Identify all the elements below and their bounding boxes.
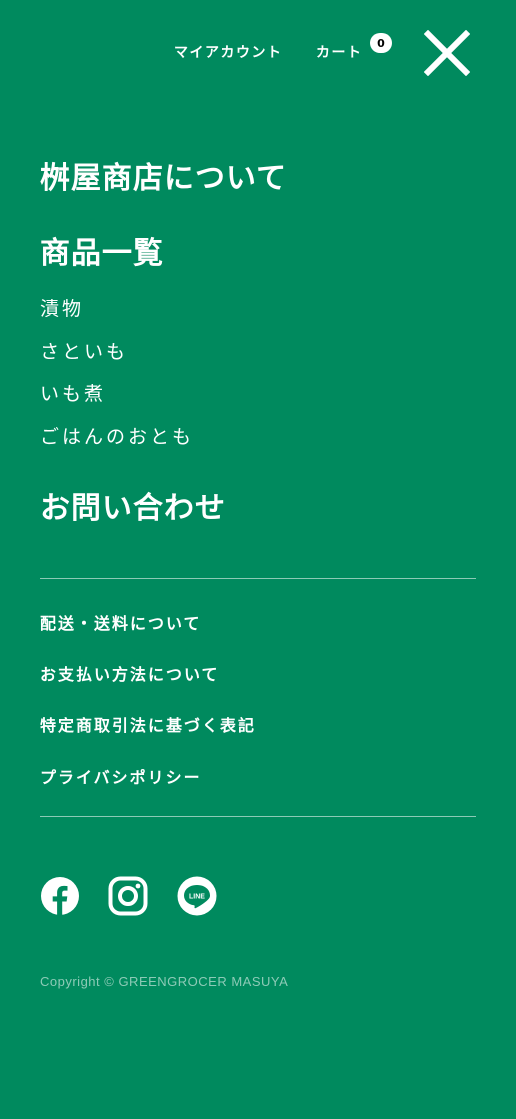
divider xyxy=(40,816,476,817)
divider xyxy=(40,578,476,579)
menu-item-satoimo[interactable]: さといも xyxy=(40,337,128,364)
line-icon-label: LINE xyxy=(189,893,205,900)
instagram-link[interactable] xyxy=(108,876,148,916)
menu-about-link[interactable]: 桝屋商店について xyxy=(40,153,287,197)
menu-item-rice-companions[interactable]: ごはんのおとも xyxy=(40,422,194,449)
copyright: Copyright © GREENGROCER MASUYA xyxy=(40,974,289,989)
menu-item-pickles[interactable]: 漬物 xyxy=(40,294,84,321)
footer-link-shipping[interactable]: 配送・送料について xyxy=(40,610,202,634)
footer-link-legal[interactable]: 特定商取引法に基づく表記 xyxy=(40,712,256,736)
line-link[interactable]: LINE xyxy=(177,876,217,916)
my-account-link[interactable]: マイアカウント xyxy=(174,42,283,62)
line-icon: LINE xyxy=(177,876,217,916)
cart-count-badge: 0 xyxy=(370,33,392,53)
footer-link-privacy[interactable]: プライバシポリシー xyxy=(40,764,202,788)
footer-link-payment[interactable]: お支払い方法について xyxy=(40,661,220,685)
menu-products-link[interactable]: 商品一覧 xyxy=(40,228,164,272)
close-icon xyxy=(424,30,470,76)
facebook-icon xyxy=(41,877,79,915)
cart-link[interactable]: カート xyxy=(316,42,363,62)
close-menu-button[interactable] xyxy=(424,30,470,76)
menu-contact-link[interactable]: お問い合わせ xyxy=(40,483,226,527)
facebook-link[interactable] xyxy=(40,876,80,916)
menu-item-imoni[interactable]: いも煮 xyxy=(40,379,106,406)
instagram-icon xyxy=(108,876,148,916)
